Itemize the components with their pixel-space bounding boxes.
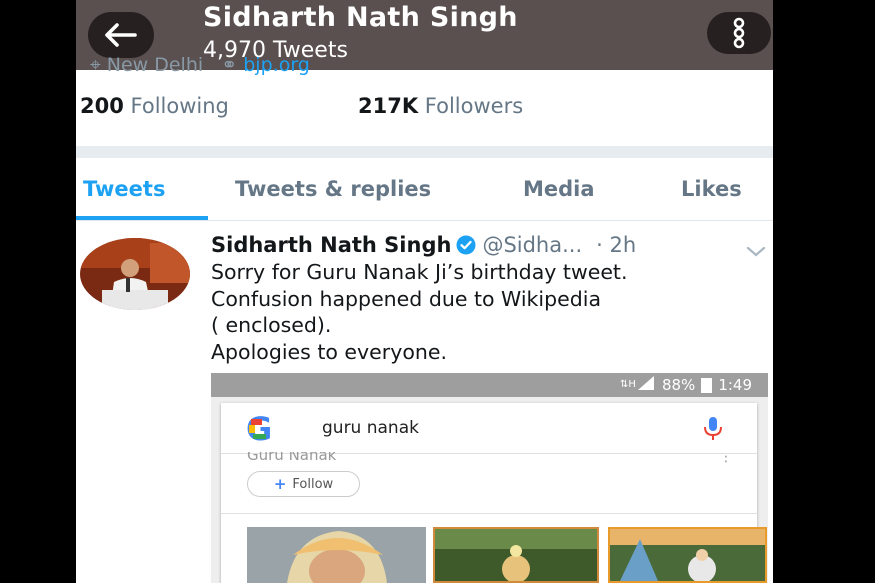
microphone-icon [704, 417, 722, 440]
twitter-profile-screen: Sidharth Nath Singh 4,970 Tweets ⌖ New D… [76, 0, 773, 583]
verified-badge-icon [456, 235, 476, 255]
tweet-author-name[interactable]: Sidharth Nath Singh [211, 233, 451, 257]
section-divider [76, 146, 773, 158]
image-thumbnail[interactable] [433, 527, 599, 583]
more-options-button[interactable] [707, 12, 771, 54]
profile-stats: ⌖ New Delhi ⚭ bjp.org 200 Following 217K… [76, 54, 773, 146]
tab-tweets[interactable]: Tweets [83, 177, 165, 201]
following-stat[interactable]: 200 Following [80, 94, 229, 118]
status-time: 1:49 [718, 376, 752, 394]
tweet-media-screenshot[interactable]: ⇅H 88% 1:49 G guru nanak Guru Nanak ⋮ + … [211, 373, 768, 583]
back-button[interactable] [88, 12, 154, 58]
back-arrow-icon [105, 23, 137, 47]
tweet-text: Sorry for Guru Nanak Ji’s birthday tweet… [211, 259, 771, 365]
svg-text:⇅H: ⇅H [620, 379, 636, 390]
followers-stat[interactable]: 217K Followers [358, 94, 523, 118]
google-search-bar[interactable]: G guru nanak [221, 403, 757, 454]
tab-media[interactable]: Media [523, 177, 595, 201]
location-icon: ⌖ [90, 54, 101, 76]
tweet-text-line: Sorry for Guru Nanak Ji’s birthday tweet… [211, 260, 628, 284]
profile-location: New Delhi [106, 54, 204, 76]
image-thumbnail[interactable] [247, 527, 426, 583]
following-count: 200 [80, 94, 124, 118]
google-follow-button[interactable]: + Follow [247, 471, 360, 497]
search-query-text: guru nanak [322, 418, 419, 438]
tweet-timestamp: · 2h [596, 233, 637, 257]
profile-tabs: Tweets Tweets & replies Media Likes [76, 158, 773, 221]
followers-count: 217K [358, 94, 419, 118]
follow-label: Follow [292, 476, 334, 492]
tweet-item[interactable]: Sidharth Nath Singh @Sidha... · 2h Sorry … [76, 221, 773, 583]
following-label: Following [130, 94, 229, 118]
google-search-card: G guru nanak Guru Nanak ⋮ + Follow [221, 403, 767, 583]
tweet-header: Sidharth Nath Singh @Sidha... · 2h [211, 233, 636, 257]
battery-percent: 88% [661, 376, 696, 394]
avatar-photo [80, 238, 190, 310]
avatar[interactable] [80, 238, 190, 310]
image-thumbnail[interactable] [608, 527, 767, 583]
tweet-text-line: Confusion happened due to Wikipedia [211, 286, 602, 311]
tweet-text-line: Apologies to everyone. [211, 339, 448, 364]
embedded-status-bar: ⇅H 88% 1:49 [211, 373, 768, 397]
battery-icon [701, 377, 713, 393]
card-divider [221, 513, 757, 514]
tab-likes[interactable]: Likes [681, 177, 742, 201]
profile-meta-row: ⌖ New Delhi ⚭ bjp.org [90, 54, 310, 76]
header-profile-name: Sidharth Nath Singh [203, 2, 518, 33]
tab-tweets-and-replies[interactable]: Tweets & replies [235, 177, 431, 201]
link-icon: ⚭ [221, 54, 238, 76]
google-logo-icon: G [246, 413, 272, 443]
chevron-down-icon [746, 246, 766, 257]
tweet-text-line: ( enclosed). [211, 313, 332, 337]
active-tab-indicator [76, 216, 208, 220]
followers-label: Followers [424, 94, 524, 118]
profile-website-link[interactable]: bjp.org [243, 54, 310, 76]
status-icons: ⇅H 88% 1:49 [620, 375, 752, 395]
network-signal-icon: ⇅H [620, 375, 656, 395]
tweet-author-handle[interactable]: @Sidha... [482, 233, 582, 257]
plus-icon: + [273, 475, 287, 493]
more-vertical-icon [733, 17, 745, 49]
